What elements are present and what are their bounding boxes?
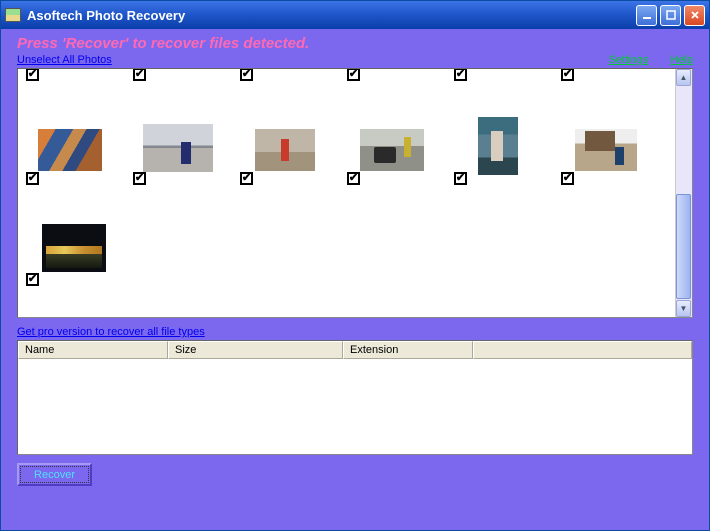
photo-item: ✔: [133, 69, 146, 81]
scroll-down-button[interactable]: ▼: [676, 300, 691, 317]
photo-item[interactable]: [255, 129, 315, 171]
close-button[interactable]: [684, 5, 705, 26]
photo-item: ✔: [454, 171, 467, 185]
scroll-up-button[interactable]: ▲: [676, 69, 691, 86]
col-size[interactable]: Size: [168, 341, 343, 359]
button-row: Recover: [17, 455, 693, 486]
minimize-icon: [642, 10, 652, 20]
client-area: Press 'Recover' to recover files detecte…: [1, 29, 709, 530]
photo-item: ✔: [561, 69, 574, 81]
app-icon: [5, 8, 21, 22]
maximize-button[interactable]: [660, 5, 681, 26]
photo-thumbnail[interactable]: [478, 117, 518, 175]
table-header: Name Size Extension: [18, 341, 692, 359]
settings-link[interactable]: Settings: [609, 54, 649, 66]
photo-checkbox[interactable]: ✔: [347, 172, 360, 185]
pro-version-link[interactable]: Get pro version to recover all file type…: [17, 318, 693, 340]
minimize-button[interactable]: [636, 5, 657, 26]
scroll-thumb[interactable]: [676, 194, 691, 299]
photo-checkbox[interactable]: ✔: [561, 172, 574, 185]
photo-checkbox[interactable]: ✔: [133, 69, 146, 81]
photo-item: ✔: [561, 171, 574, 185]
photo-checkbox[interactable]: ✔: [454, 69, 467, 81]
help-link[interactable]: Help: [670, 54, 693, 66]
photo-item: ✔: [240, 171, 253, 185]
photo-item: ✔: [347, 171, 360, 185]
photo-grid: ✔ ✔ ✔ ✔ ✔ ✔: [18, 69, 675, 317]
photo-checkbox[interactable]: ✔: [240, 69, 253, 81]
photo-thumbnail[interactable]: [143, 124, 213, 172]
photo-checkbox[interactable]: ✔: [454, 172, 467, 185]
instruction-text: Press 'Recover' to recover files detecte…: [17, 33, 693, 54]
photo-checkbox[interactable]: ✔: [26, 69, 39, 81]
titlebar[interactable]: Asoftech Photo Recovery: [1, 1, 709, 29]
photo-item[interactable]: [575, 129, 637, 171]
photo-checkbox[interactable]: ✔: [561, 69, 574, 81]
photo-thumbnail[interactable]: [360, 129, 424, 171]
photo-item: ✔: [347, 69, 360, 81]
col-name[interactable]: Name: [18, 341, 168, 359]
photo-thumbnail[interactable]: [42, 224, 106, 272]
photo-item: ✔: [26, 272, 39, 286]
col-extension[interactable]: Extension: [343, 341, 473, 359]
photo-item: ✔: [240, 69, 253, 81]
window-controls: [636, 5, 705, 26]
photo-checkbox[interactable]: ✔: [133, 172, 146, 185]
maximize-icon: [666, 10, 676, 20]
photo-item[interactable]: [38, 129, 102, 171]
photo-checkbox[interactable]: ✔: [347, 69, 360, 81]
photo-item[interactable]: [42, 224, 106, 272]
photo-checkbox[interactable]: ✔: [240, 172, 253, 185]
right-links: Settings Help: [587, 54, 693, 66]
scrollbar[interactable]: ▲ ▼: [675, 69, 692, 317]
top-link-row: Unselect All Photos Settings Help: [17, 54, 693, 68]
app-window: Asoftech Photo Recovery Press 'Recover' …: [0, 0, 710, 531]
unselect-all-link[interactable]: Unselect All Photos: [17, 54, 112, 66]
photo-item[interactable]: [478, 117, 518, 175]
photo-item[interactable]: [143, 124, 213, 172]
col-spacer: [473, 341, 692, 359]
photo-thumbnail[interactable]: [255, 129, 315, 171]
photo-item: ✔: [26, 171, 39, 185]
photo-checkbox[interactable]: ✔: [26, 273, 39, 286]
window-title: Asoftech Photo Recovery: [27, 8, 636, 23]
photo-thumbnail[interactable]: [38, 129, 102, 171]
photo-panel: ✔ ✔ ✔ ✔ ✔ ✔: [17, 68, 693, 318]
photo-item: ✔: [454, 69, 467, 81]
file-table: Name Size Extension: [17, 340, 693, 455]
photo-item: ✔: [133, 171, 146, 185]
photo-checkbox[interactable]: ✔: [26, 172, 39, 185]
photo-item: ✔: [26, 69, 39, 81]
close-icon: [690, 10, 700, 20]
photo-item[interactable]: [360, 129, 424, 171]
photo-thumbnail[interactable]: [575, 129, 637, 171]
recover-button[interactable]: Recover: [17, 463, 92, 486]
